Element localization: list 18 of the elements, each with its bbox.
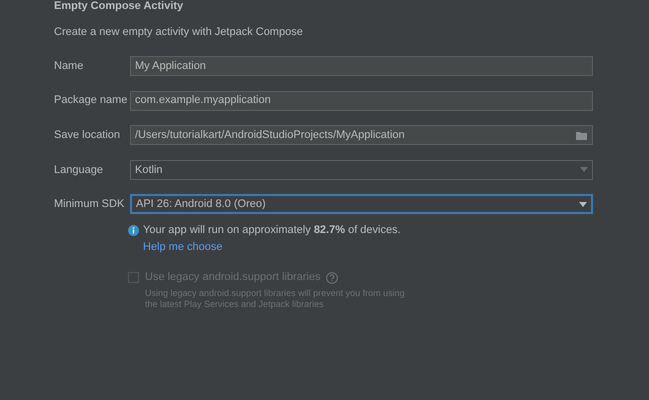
- description-text: Create a new empty activity with Jetpack Compose: [54, 25, 304, 39]
- page-title: Empty Compose Activity: [54, 0, 184, 12]
- dropdown[interactable]: Kotlin: [130, 160, 593, 180]
- info-icon: [128, 225, 139, 236]
- field-label: Package name: [54, 93, 128, 108]
- dropdown[interactable]: API 26: Android 8.0 (Oreo): [130, 194, 593, 214]
- field-label: Save location: [54, 128, 122, 143]
- input-field[interactable]: com.example.myapplication: [130, 90, 593, 111]
- help-link[interactable]: Help me choose: [143, 238, 222, 256]
- info-text: Your app will run on approximately 82.7% of devices.: [143, 223, 401, 238]
- folder-icon[interactable]: [576, 130, 588, 140]
- input-field[interactable]: My Application: [130, 56, 593, 76]
- caret-icon[interactable]: [579, 202, 587, 207]
- field-label: Name: [54, 58, 84, 74]
- input-field[interactable]: /Users/tutorialkart/AndroidStudioProjects/MyApplication: [130, 125, 593, 146]
- field-label: Language: [54, 162, 104, 178]
- help-icon[interactable]: [326, 272, 338, 284]
- field-label: Minimum SDK: [54, 197, 126, 212]
